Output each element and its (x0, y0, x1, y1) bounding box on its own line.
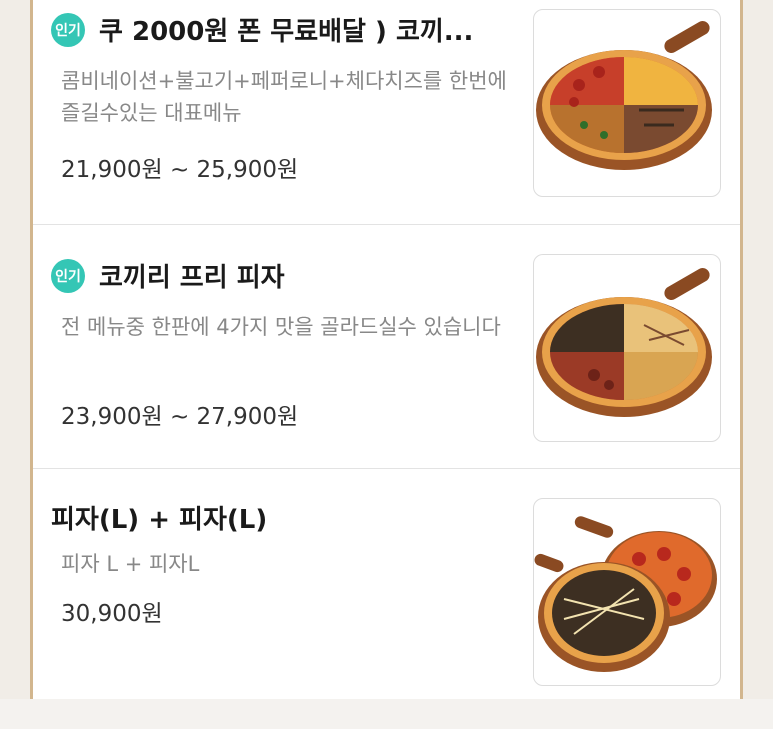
menu-item-title: 쿠 2000원 폰 무료배달 ) 코끼... (99, 17, 474, 47)
menu-item-description: 피자 L + 피자L (61, 552, 200, 576)
menu-item-combo[interactable]: 인기 쿠 2000원 폰 무료배달 ) 코끼... 콤비네이션+불고기+페퍼로니… (33, 0, 740, 225)
menu-item-title: 피자(L) + 피자(L) (51, 505, 268, 535)
popular-badge: 인기 (51, 258, 85, 293)
title-row: 인기 코끼리 프리 피자 (51, 257, 285, 294)
two-pizzas-image (533, 498, 721, 686)
left-frame (0, 0, 33, 699)
right-frame (740, 0, 773, 699)
menu-list: 인기 쿠 2000원 폰 무료배달 ) 코끼... 콤비네이션+불고기+페퍼로니… (33, 0, 740, 699)
combo-pizza-image (533, 9, 721, 197)
menu-item-price: 23,900원 ~ 27,900원 (61, 404, 299, 430)
menu-item-price: 21,900원 ~ 25,900원 (61, 157, 299, 183)
popular-badge: 인기 (51, 12, 85, 47)
quarter-pizza-image (533, 254, 721, 442)
menu-item-free-pizza[interactable]: 인기 코끼리 프리 피자 전 메뉴중 한판에 4가지 맛을 골라드실수 있습니다… (33, 225, 740, 469)
menu-item-price: 30,900원 (61, 601, 163, 627)
title-row: 인기 쿠 2000원 폰 무료배달 ) 코끼... (51, 11, 473, 48)
menu-item-description: 콤비네이션+불고기+페퍼로니+체다치즈를 한번에 즐길수있는 대표메뉴 (61, 69, 507, 125)
menu-item-title: 코끼리 프리 피자 (99, 263, 285, 293)
menu-item-description: 전 메뉴중 한판에 4가지 맛을 골라드실수 있습니다 (61, 315, 501, 339)
menu-item-double-pizza[interactable]: 피자(L) + 피자(L) 피자 L + 피자L 30,900원 (33, 469, 740, 729)
title-row: 피자(L) + 피자(L) (51, 499, 267, 536)
